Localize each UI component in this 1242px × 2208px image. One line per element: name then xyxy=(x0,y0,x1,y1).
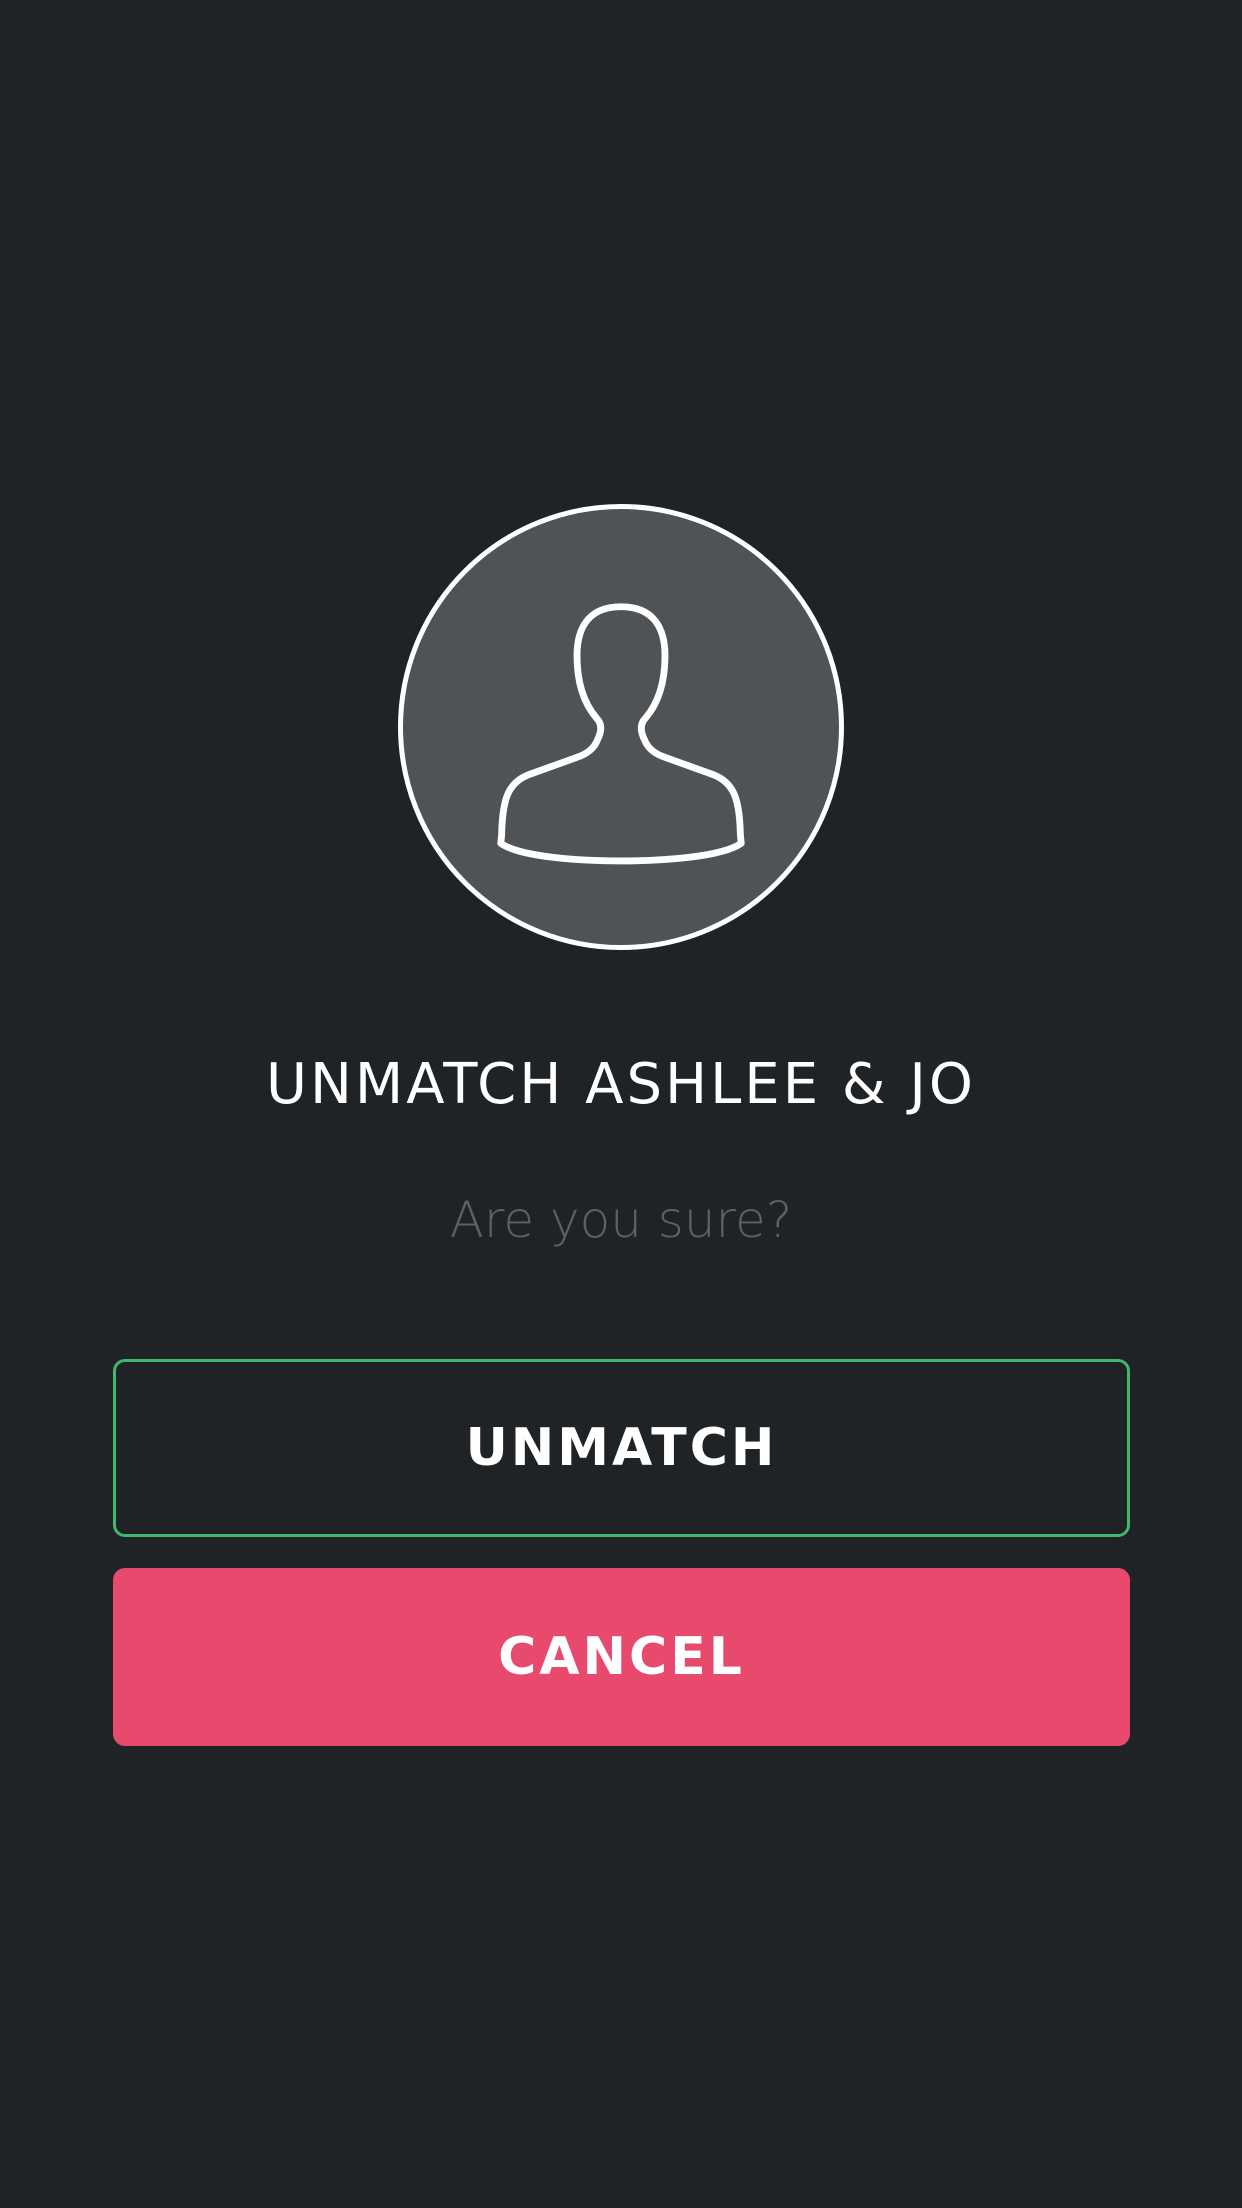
cancel-button[interactable]: CANCEL xyxy=(113,1568,1130,1746)
person-silhouette-icon xyxy=(497,603,745,865)
unmatch-dialog-screen: UNMATCH ASHLEE & JO Are you sure? UNMATC… xyxy=(0,0,1242,2208)
dialog-title: UNMATCH ASHLEE & JO xyxy=(266,1052,976,1117)
dialog-subtitle: Are you sure? xyxy=(449,1191,793,1249)
unmatch-button[interactable]: UNMATCH xyxy=(113,1359,1130,1537)
avatar xyxy=(398,504,844,950)
